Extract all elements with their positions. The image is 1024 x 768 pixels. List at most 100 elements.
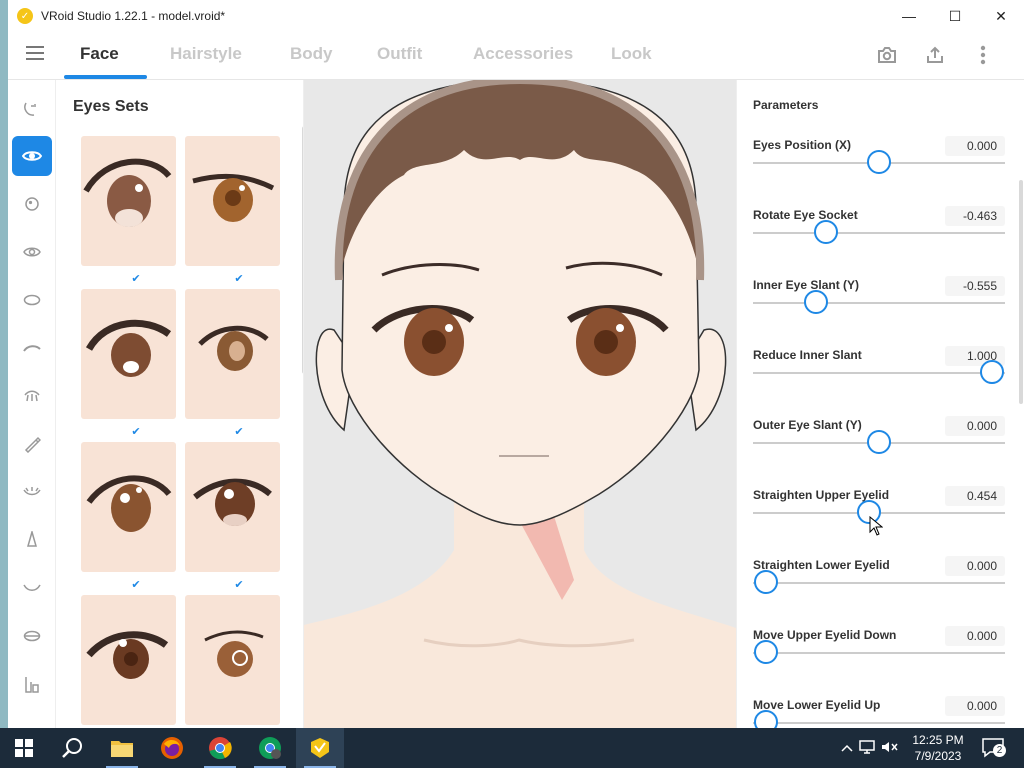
param-value-input[interactable]: 0.454: [945, 486, 1005, 506]
tab-outfit[interactable]: Outfit: [377, 44, 422, 64]
title-bar: ✓ VRoid Studio 1.22.1 - model.vroid* — ☐…: [8, 0, 1024, 32]
system-tray: [838, 728, 902, 768]
slider-track[interactable]: [753, 722, 1005, 724]
app-window: ✓ VRoid Studio 1.22.1 - model.vroid* — ☐…: [8, 0, 1024, 728]
param-label: Move Lower Eyelid Up: [753, 698, 881, 712]
eye-set-thumbnail[interactable]: [81, 289, 176, 419]
eye-set-thumbnail[interactable]: [81, 442, 176, 572]
nose-icon[interactable]: [12, 520, 52, 560]
param-reduce-inner-slant: Reduce Inner Slant 1.000: [753, 346, 1005, 418]
eye-set-thumbnail[interactable]: [185, 595, 280, 725]
param-move-lower-eyelid-up: Move Lower Eyelid Up 0.000: [753, 696, 1005, 728]
tab-hairstyle[interactable]: Hairstyle: [170, 44, 242, 64]
slider-knob[interactable]: [980, 360, 1005, 384]
param-outer-eye-slant-y: Outer Eye Slant (Y) 0.000: [753, 416, 1005, 488]
volume-muted-icon[interactable]: [878, 740, 902, 757]
desktop-edge: [0, 0, 8, 728]
vroid-studio-icon[interactable]: [296, 728, 344, 768]
eye-sets-panel: Eyes Sets ✔ ✔ ✔ ✔ ✔ ✔: [56, 80, 304, 728]
chrome-profile-icon[interactable]: [246, 728, 294, 768]
eye-sets-title: Eyes Sets: [73, 98, 149, 115]
slider-knob[interactable]: [867, 430, 891, 454]
param-value-input[interactable]: 0.000: [945, 416, 1005, 436]
avatar-face-render: [304, 80, 736, 728]
notification-center-icon[interactable]: 2: [982, 738, 1006, 758]
slider-track[interactable]: [753, 372, 1005, 374]
camera-icon[interactable]: [876, 44, 898, 66]
param-value-input[interactable]: 0.000: [945, 696, 1005, 716]
slider-knob[interactable]: [867, 150, 891, 174]
chrome-icon[interactable]: [196, 728, 244, 768]
slider-knob[interactable]: [814, 220, 839, 244]
param-label: Inner Eye Slant (Y): [753, 278, 860, 292]
param-inner-eye-slant-y: Inner Eye Slant (Y) -0.555: [753, 276, 1005, 348]
tab-look[interactable]: Look: [611, 44, 652, 64]
more-vert-icon[interactable]: [972, 44, 994, 66]
slider-track[interactable]: [753, 582, 1005, 584]
selected-check-icon: ✔: [131, 579, 141, 591]
slider-track[interactable]: [753, 302, 1005, 304]
model-viewport[interactable]: [304, 80, 736, 728]
maximize-button[interactable]: ☐: [932, 0, 978, 32]
file-explorer-icon[interactable]: [98, 728, 146, 768]
iris-icon[interactable]: [12, 184, 52, 224]
param-value-input[interactable]: 0.000: [945, 626, 1005, 646]
eye-highlight-icon[interactable]: [12, 232, 52, 272]
taskbar-clock[interactable]: 12:25 PM 7/9/2023: [903, 732, 973, 764]
selected-check-icon: ✔: [234, 426, 244, 438]
vroid-logo-icon: ✓: [17, 8, 33, 24]
eyeliner-icon[interactable]: [12, 424, 52, 464]
eye-set-thumbnail[interactable]: [185, 442, 280, 572]
parameters-panel: Parameters Eyes Position (X) 0.000 Rotat…: [736, 80, 1024, 728]
close-button[interactable]: ✕: [978, 0, 1024, 32]
slider-knob[interactable]: [804, 290, 828, 314]
parameters-scrollbar[interactable]: [1019, 180, 1023, 404]
firefox-icon[interactable]: [148, 728, 196, 768]
slider-knob[interactable]: [753, 710, 778, 728]
mouse-cursor-icon: [869, 516, 883, 536]
slider-knob[interactable]: [753, 570, 778, 594]
slider-track[interactable]: [753, 232, 1005, 234]
selected-check-icon: ✔: [131, 273, 141, 285]
taskbar: 12:25 PM 7/9/2023 2: [0, 728, 1024, 768]
tab-accessories[interactable]: Accessories: [473, 44, 573, 64]
slider-knob[interactable]: [753, 640, 778, 664]
param-value-input[interactable]: -0.463: [945, 206, 1005, 226]
param-label: Straighten Lower Eyelid: [753, 558, 890, 572]
eye-set-thumbnail[interactable]: [81, 136, 176, 266]
param-value-input[interactable]: 0.000: [945, 556, 1005, 576]
tab-body[interactable]: Body: [290, 44, 333, 64]
mouth-icon[interactable]: [12, 568, 52, 608]
chevron-up-icon[interactable]: [838, 741, 856, 755]
eye-icon[interactable]: [12, 136, 52, 176]
search-icon[interactable]: [48, 728, 96, 768]
menu-icon[interactable]: [26, 46, 44, 60]
category-rail: [8, 80, 56, 728]
lower-lash-icon[interactable]: [12, 472, 52, 512]
eyelash-icon[interactable]: [12, 376, 52, 416]
eye-set-thumbnail[interactable]: [81, 595, 176, 725]
minimize-button[interactable]: —: [886, 0, 932, 32]
slider-track[interactable]: [753, 652, 1005, 654]
param-value-input[interactable]: 0.000: [945, 136, 1005, 156]
start-icon[interactable]: [0, 728, 48, 768]
export-icon[interactable]: [924, 44, 946, 66]
param-move-upper-eyelid-down: Move Upper Eyelid Down 0.000: [753, 626, 1005, 698]
eye-set-thumbnail[interactable]: [185, 289, 280, 419]
parameters-title: Parameters: [753, 98, 819, 112]
active-tab-indicator: [64, 75, 147, 79]
notification-count: 2: [993, 744, 1006, 757]
param-value-input[interactable]: -0.555: [945, 276, 1005, 296]
eye-white-icon[interactable]: [12, 280, 52, 320]
ear-icon[interactable]: [12, 664, 52, 704]
eyebrow-icon[interactable]: [12, 328, 52, 368]
face-icon[interactable]: [12, 88, 52, 128]
eye-set-thumbnail[interactable]: [185, 136, 280, 266]
network-icon[interactable]: [856, 739, 878, 757]
tab-face[interactable]: Face: [80, 44, 119, 64]
param-label: Reduce Inner Slant: [753, 348, 862, 362]
param-label: Outer Eye Slant (Y): [753, 418, 862, 432]
param-eyes-position-x: Eyes Position (X) 0.000: [753, 136, 1005, 208]
teeth-icon[interactable]: [12, 616, 52, 656]
selected-check-icon: ✔: [234, 579, 244, 591]
